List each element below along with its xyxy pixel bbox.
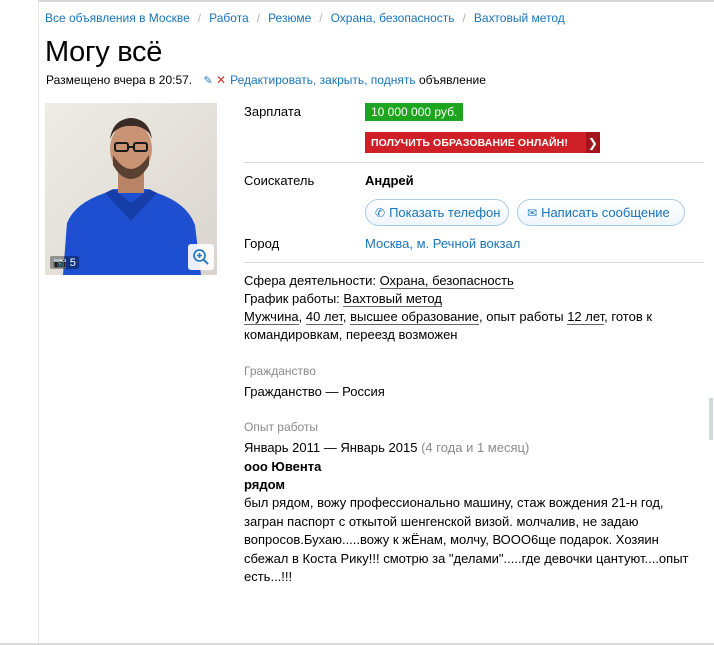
experience-company: ооо Ювента (244, 459, 322, 474)
schedule-label: График работы: (244, 291, 340, 306)
education-link[interactable]: высшее образование (350, 309, 480, 325)
chevron-right-icon: ❯ (586, 132, 600, 153)
applicant-photo[interactable]: 📷 5 (45, 103, 217, 275)
salary-badge: 10 000 000 руб. (365, 103, 464, 121)
send-message-button[interactable]: ✉ Написать сообщение (517, 199, 685, 226)
experience-link[interactable]: 12 лет (567, 309, 605, 325)
experience-duration: (4 года и 1 месяц) (421, 440, 530, 455)
breadcrumb-item-work[interactable]: Работа (209, 11, 249, 25)
experience-prefix: опыт работы (486, 309, 564, 324)
experience-position: рядом (244, 477, 285, 492)
city-link[interactable]: Москва, м. Речной вокзал (365, 236, 520, 251)
breadcrumb-separator: / (256, 11, 261, 25)
applicant-label: Соискатель (244, 173, 315, 188)
experience-description: был рядом, вожу профессионально машину, … (244, 495, 689, 584)
window-top-border (38, 0, 714, 2)
divider (244, 162, 704, 163)
sphere-row: Сфера деятельности: Охрана, безопасность (244, 272, 684, 290)
citizenship-label: Гражданство (244, 364, 316, 378)
breadcrumb-separator: / (462, 11, 466, 25)
relocation-text: переезд возможен (346, 327, 458, 342)
salary-label: Зарплата (244, 104, 301, 119)
pencil-icon[interactable]: ✎ (203, 75, 212, 87)
gender-link[interactable]: Мужчина (244, 309, 299, 325)
phone-icon: ✆ (375, 205, 386, 220)
posted-date: Размещено вчера в 20:57. (46, 73, 193, 87)
envelope-icon: ✉ (527, 205, 538, 220)
work-experience-label: Опыт работы (244, 420, 319, 434)
profile-row: Мужчина, 40 лет, высшее образование, опы… (244, 309, 653, 342)
breadcrumb-separator: / (197, 11, 202, 25)
breadcrumb-item-all-ads[interactable]: Все объявления в Москве (45, 11, 190, 25)
close-icon[interactable]: ✕ (216, 73, 226, 87)
schedule-link[interactable]: Вахтовый метод (343, 291, 442, 307)
page-title: Могу всё (45, 36, 163, 68)
breadcrumb-item-resumes[interactable]: Резюме (268, 11, 311, 25)
breadcrumb-separator: / (319, 11, 323, 25)
citizenship-value: Гражданство — Россия (244, 384, 385, 399)
applicant-name: Андрей (365, 173, 414, 188)
divider (244, 262, 704, 263)
experience-dates: Январь 2011 — Январь 2015 (244, 440, 418, 455)
edit-close-raise-link[interactable]: Редактировать, закрыть, поднять (230, 73, 415, 87)
city-label: Город (244, 236, 280, 251)
window-left-border (38, 0, 39, 645)
age-link[interactable]: 40 лет (305, 309, 343, 325)
promo-text: ПОЛУЧИТЬ ОБРАЗОВАНИЕ ОНЛАЙН! (371, 136, 568, 149)
magnifier-plus-icon (193, 249, 209, 265)
send-message-label: Написать сообщение (541, 205, 670, 220)
show-phone-label: Показать телефон (389, 205, 501, 220)
details-block: Сфера деятельности: Охрана, безопасность… (244, 272, 684, 344)
sphere-link[interactable]: Охрана, безопасность (379, 273, 514, 289)
photo-count: 📷 5 (50, 256, 79, 269)
ad-actions-suffix: объявление (418, 73, 486, 87)
posted-info: Размещено вчера в 20:57. ✎ ✕ Редактироват… (46, 73, 486, 87)
sphere-label: Сфера деятельности: (244, 273, 376, 288)
show-phone-button[interactable]: ✆ Показать телефон (365, 199, 509, 226)
breadcrumb-item-shift-method[interactable]: Вахтовый метод (474, 11, 565, 25)
scrollbar-thumb[interactable] (709, 398, 713, 440)
schedule-row: График работы: Вахтовый метод (244, 290, 684, 308)
breadcrumb-item-security[interactable]: Охрана, безопасность (331, 11, 455, 25)
breadcrumb: Все объявления в Москве / Работа / Резюме / Ох… (45, 11, 565, 25)
zoom-icon[interactable] (188, 244, 214, 270)
promo-banner[interactable]: ПОЛУЧИТЬ ОБРАЗОВАНИЕ ОНЛАЙН! ❯ (365, 132, 600, 153)
experience-period: Январь 2011 — Январь 2015 (4 года и 1 ме… (244, 440, 529, 455)
ad-actions: ✎ ✕ Редактировать, закрыть, поднять объяв… (203, 73, 485, 87)
